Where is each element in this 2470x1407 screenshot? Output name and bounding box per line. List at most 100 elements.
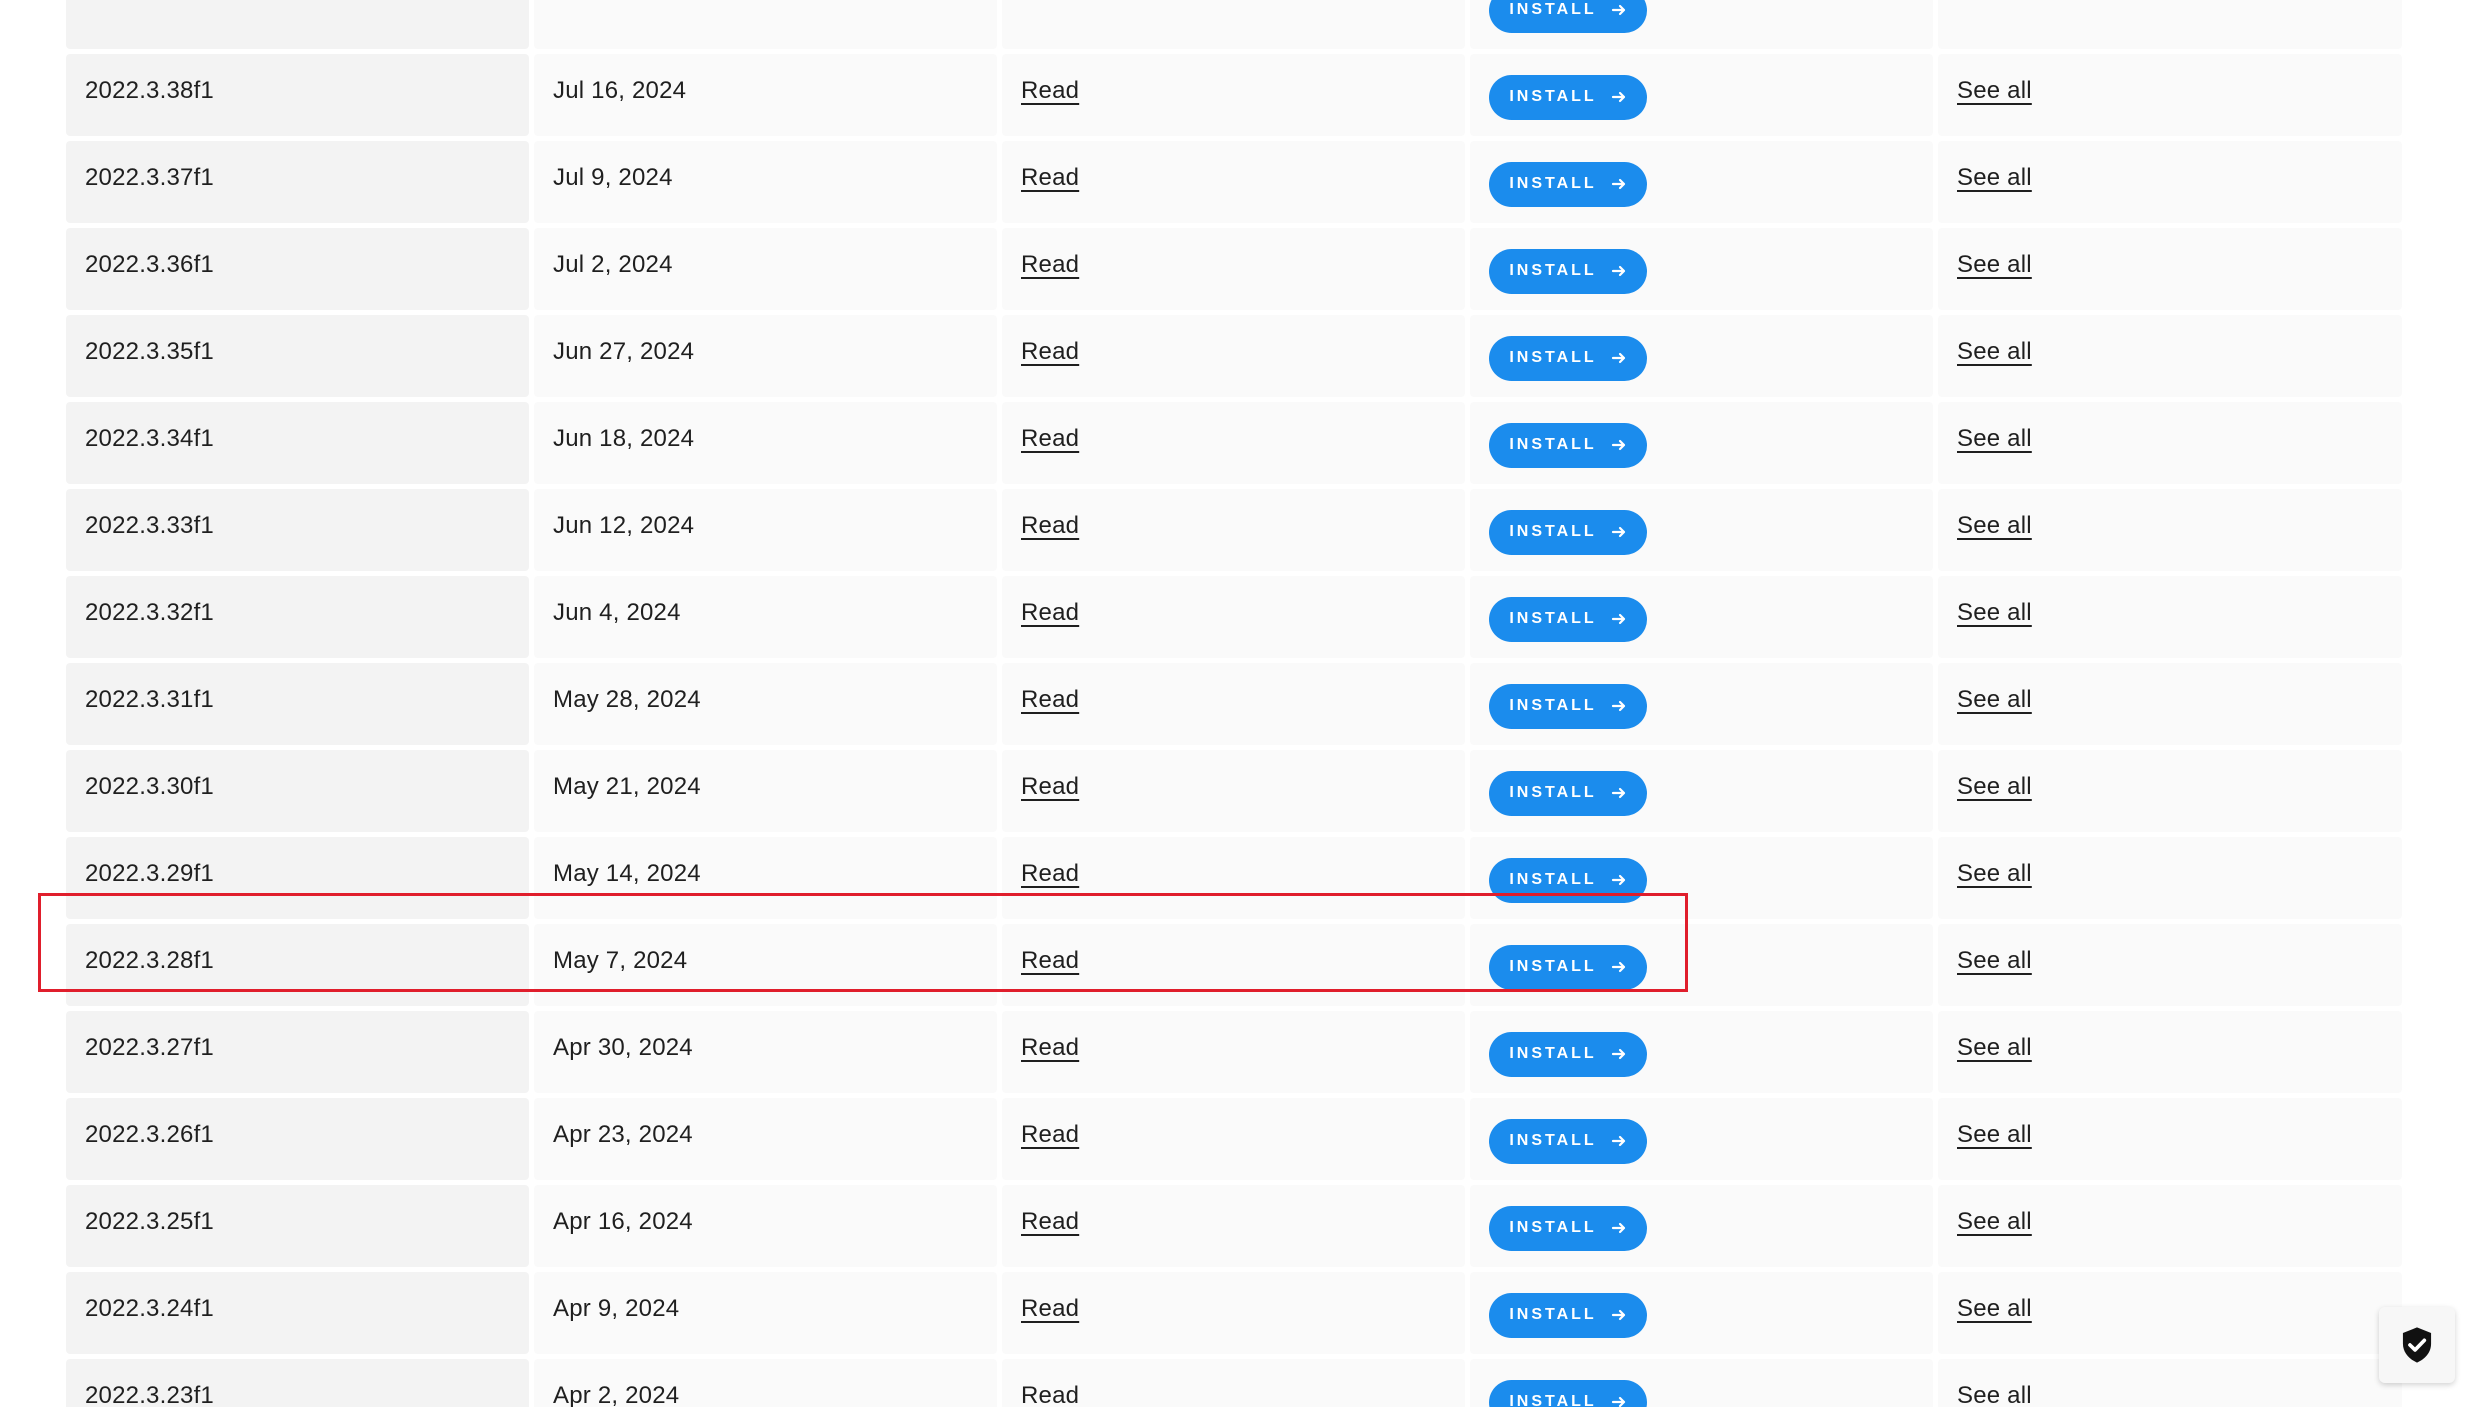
install-button[interactable]: INSTALL	[1489, 422, 1647, 468]
read-release-notes-link[interactable]: Read	[1021, 686, 1079, 714]
release-notes-cell: Read	[1002, 402, 1465, 484]
modules-cell: See all	[1938, 315, 2402, 397]
see-all-modules-link[interactable]: See all	[1957, 77, 2032, 105]
version-cell: 2022.3.30f1	[66, 750, 529, 832]
install-button[interactable]: INSTALL	[1489, 1031, 1647, 1077]
version-cell: 2022.3.23f1	[66, 1359, 529, 1407]
release-notes-cell: Read	[1002, 924, 1465, 1006]
install-button[interactable]: INSTALL	[1489, 944, 1647, 990]
read-release-notes-link[interactable]: Read	[1021, 77, 1079, 105]
read-release-notes-link[interactable]: Read	[1021, 338, 1079, 366]
release-date-cell: Apr 9, 2024	[534, 1272, 997, 1354]
read-release-notes-link[interactable]: Read	[1021, 947, 1079, 975]
version-cell: 2022.3.24f1	[66, 1272, 529, 1354]
install-button[interactable]: INSTALL	[1489, 857, 1647, 903]
release-date: Jul 2, 2024	[553, 251, 673, 278]
shield-check-button[interactable]	[2379, 1307, 2455, 1383]
arrow-right-icon	[1611, 1309, 1625, 1321]
install-button[interactable]: INSTALL	[1489, 248, 1647, 294]
install-cell: INSTALL	[1470, 1098, 1933, 1180]
release-date-cell: Jun 4, 2024	[534, 576, 997, 658]
read-release-notes-link[interactable]: Read	[1021, 1208, 1079, 1236]
release-date-cell: Apr 2, 2024	[534, 1359, 997, 1407]
release-notes-cell: Read	[1002, 489, 1465, 571]
see-all-modules-link[interactable]: See all	[1957, 425, 2032, 453]
version-cell: 2022.3.36f1	[66, 228, 529, 310]
modules-cell: See all	[1938, 1359, 2402, 1407]
see-all-modules-link[interactable]: See all	[1957, 512, 2032, 540]
install-cell: INSTALL	[1470, 54, 1933, 136]
release-row: 2022.3.23f1 Apr 2, 2024 Read INSTALL See all	[66, 1359, 2402, 1407]
releases-page: INSTALL 2022.3.38f1 Jul 16, 2024 Read INSTAL…	[0, 0, 2470, 1407]
read-release-notes-link[interactable]: Read	[1021, 164, 1079, 192]
install-button[interactable]: INSTALL	[1489, 1292, 1647, 1338]
see-all-modules-link[interactable]: See all	[1957, 251, 2032, 279]
version-cell: 2022.3.27f1	[66, 1011, 529, 1093]
release-date: May 21, 2024	[553, 773, 701, 800]
see-all-modules-link[interactable]: See all	[1957, 1208, 2032, 1236]
release-date: Jul 9, 2024	[553, 164, 673, 191]
install-cell: INSTALL	[1470, 1272, 1933, 1354]
read-release-notes-link[interactable]: Read	[1021, 860, 1079, 888]
install-cell: INSTALL	[1470, 1011, 1933, 1093]
see-all-modules-link[interactable]: See all	[1957, 164, 2032, 192]
see-all-modules-link[interactable]: See all	[1957, 1121, 2032, 1149]
install-button[interactable]: INSTALL	[1489, 770, 1647, 816]
release-row: 2022.3.31f1 May 28, 2024 Read INSTALL See al…	[66, 663, 2402, 745]
see-all-modules-link[interactable]: See all	[1957, 947, 2032, 975]
modules-cell: See all	[1938, 663, 2402, 745]
version-number: 2022.3.27f1	[85, 1034, 214, 1061]
modules-cell: See all	[1938, 228, 2402, 310]
install-button[interactable]: INSTALL	[1489, 335, 1647, 381]
version-number: 2022.3.26f1	[85, 1121, 214, 1148]
modules-cell: See all	[1938, 750, 2402, 832]
install-button-label: INSTALL	[1509, 871, 1597, 888]
release-row: 2022.3.38f1 Jul 16, 2024 Read INSTALL See al…	[66, 54, 2402, 136]
install-cell: INSTALL	[1470, 228, 1933, 310]
see-all-modules-link[interactable]: See all	[1957, 773, 2032, 801]
read-release-notes-link[interactable]: Read	[1021, 1034, 1079, 1062]
version-cell: 2022.3.37f1	[66, 141, 529, 223]
see-all-modules-link[interactable]: See all	[1957, 860, 2032, 888]
install-button[interactable]: INSTALL	[1489, 161, 1647, 207]
version-number: 2022.3.37f1	[85, 164, 214, 191]
read-release-notes-link[interactable]: Read	[1021, 251, 1079, 279]
see-all-modules-link[interactable]: See all	[1957, 338, 2032, 366]
release-date-cell: Jun 12, 2024	[534, 489, 997, 571]
install-button[interactable]: INSTALL	[1489, 596, 1647, 642]
see-all-modules-link[interactable]: See all	[1957, 1382, 2032, 1407]
install-button[interactable]: INSTALL	[1489, 1205, 1647, 1251]
release-row: 2022.3.30f1 May 21, 2024 Read INSTALL See al…	[66, 750, 2402, 832]
read-release-notes-link[interactable]: Read	[1021, 773, 1079, 801]
see-all-modules-link[interactable]: See all	[1957, 686, 2032, 714]
install-button-label: INSTALL	[1509, 958, 1597, 975]
read-release-notes-link[interactable]: Read	[1021, 1121, 1079, 1149]
see-all-modules-link[interactable]: See all	[1957, 599, 2032, 627]
install-button-label: INSTALL	[1509, 523, 1597, 540]
install-button[interactable]: INSTALL	[1489, 0, 1647, 33]
release-row: 2022.3.29f1 May 14, 2024 Read INSTALL See al…	[66, 837, 2402, 919]
install-button[interactable]: INSTALL	[1489, 509, 1647, 555]
install-button[interactable]: INSTALL	[1489, 1379, 1647, 1407]
install-cell: INSTALL	[1470, 0, 1933, 49]
release-row: 2022.3.28f1 May 7, 2024 Read INSTALL See all	[66, 924, 2402, 1006]
see-all-modules-link[interactable]: See all	[1957, 1034, 2032, 1062]
install-button-label: INSTALL	[1509, 1393, 1597, 1407]
release-date: Apr 9, 2024	[553, 1295, 680, 1322]
read-release-notes-link[interactable]: Read	[1021, 425, 1079, 453]
read-release-notes-link[interactable]: Read	[1021, 512, 1079, 540]
install-cell: INSTALL	[1470, 141, 1933, 223]
see-all-modules-link[interactable]: See all	[1957, 1295, 2032, 1323]
version-number: 2022.3.24f1	[85, 1295, 214, 1322]
release-notes-cell: Read	[1002, 1098, 1465, 1180]
install-cell: INSTALL	[1470, 489, 1933, 571]
release-table: INSTALL 2022.3.38f1 Jul 16, 2024 Read INSTAL…	[66, 0, 2402, 1407]
release-row: INSTALL	[66, 0, 2402, 49]
read-release-notes-link[interactable]: Read	[1021, 599, 1079, 627]
install-button[interactable]: INSTALL	[1489, 74, 1647, 120]
release-row: 2022.3.25f1 Apr 16, 2024 Read INSTALL See al…	[66, 1185, 2402, 1267]
install-button[interactable]: INSTALL	[1489, 1118, 1647, 1164]
install-button[interactable]: INSTALL	[1489, 683, 1647, 729]
read-release-notes-link[interactable]: Read	[1021, 1382, 1079, 1407]
read-release-notes-link[interactable]: Read	[1021, 1295, 1079, 1323]
